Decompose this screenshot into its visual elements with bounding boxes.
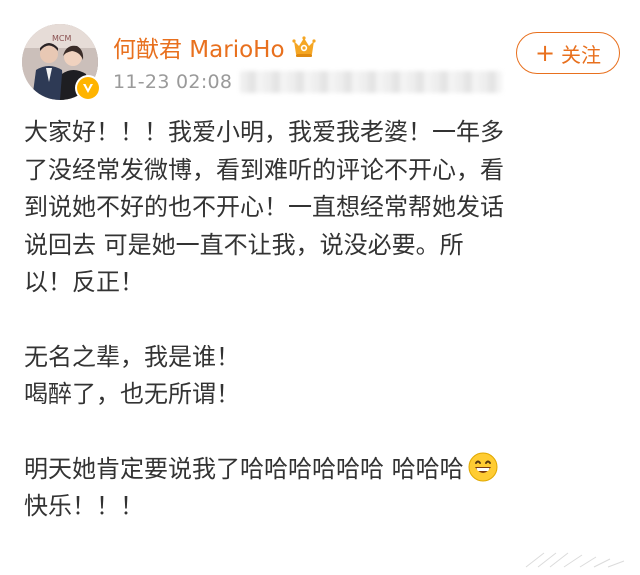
post-line: 快乐！！！ (24, 492, 144, 520)
avatar[interactable]: MCM (22, 24, 101, 101)
post-line-text: 明天她肯定要说我了哈哈哈哈哈哈 哈哈哈 (24, 454, 464, 483)
vip-crown-icon[interactable] (291, 35, 317, 59)
grinning-face-emoji-icon (468, 452, 498, 482)
verified-badge (75, 75, 101, 101)
blurred-source (240, 71, 503, 93)
post-line: 以！反正！ (24, 268, 144, 296)
post-paragraph-2: 无名之辈，我是谁！ 喝醉了，也无所谓！ (24, 339, 624, 414)
post-text: 大家好！！！我爱小明，我爱我老婆！一年多 了没经常发微博，看到难听的评论不开心，… (24, 114, 624, 526)
post-line: 了没经常发微博，看到难听的评论不开心，看 (24, 155, 504, 184)
post-line: 无名之辈，我是谁！ (24, 342, 240, 371)
verified-badge-icon (77, 77, 99, 99)
post-line: 大家好！！！我爱小明，我爱我老婆！一年多 (24, 118, 504, 146)
post-paragraph-1: 大家好！！！我爱小明，我爱我老婆！一年多 了没经常发微博，看到难听的评论不开心，… (24, 114, 624, 302)
post-line: 说回去 可是她一直不让我，说没必要。所 (24, 230, 464, 259)
post-timestamp[interactable]: 11-23 02:08 (113, 71, 232, 93)
svg-text:MCM: MCM (52, 34, 71, 43)
post-line: 喝醉了，也无所谓！ (24, 380, 240, 408)
post-paragraph-3: 明天她肯定要说我了哈哈哈哈哈哈 哈哈哈 快乐！！！ (24, 451, 624, 526)
post-line-with-emoji: 明天她肯定要说我了哈哈哈哈哈哈 哈哈哈 (24, 451, 624, 489)
watermark-lines (525, 552, 625, 568)
follow-button[interactable]: + 关注 (516, 32, 620, 74)
username-row: 何猷君 MarioHo (113, 31, 317, 63)
post-meta: 11-23 02:08 (113, 70, 503, 94)
post-line: 到说她不好的也不开心！一直想经常帮她发话 (24, 193, 504, 221)
follow-label: 关注 (561, 42, 602, 67)
plus-icon: + (534, 39, 556, 67)
username[interactable]: 何猷君 MarioHo (113, 30, 285, 64)
post-header: MCM 何猷君 MarioHo 11-23 02:08 + 关注 (0, 0, 640, 110)
